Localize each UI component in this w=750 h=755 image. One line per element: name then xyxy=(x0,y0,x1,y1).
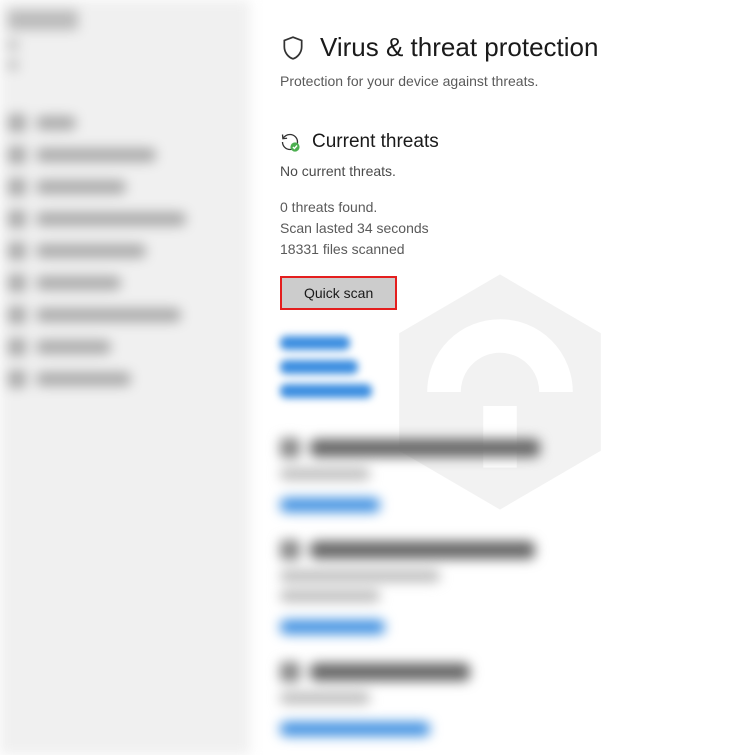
blurred-links xyxy=(280,336,720,398)
quick-scan-button[interactable]: Quick scan xyxy=(280,276,397,310)
current-threats-header: Current threats xyxy=(280,131,720,153)
sidebar-item[interactable] xyxy=(8,274,242,292)
sidebar-item[interactable] xyxy=(8,114,242,132)
page-subtitle: Protection for your device against threa… xyxy=(280,73,720,89)
blurred-section xyxy=(280,662,720,736)
threats-found-count: 0 threats found. xyxy=(280,197,720,218)
page-title: Virus & threat protection xyxy=(320,32,598,63)
sidebar-item[interactable] xyxy=(8,178,242,196)
scan-results: 0 threats found. Scan lasted 34 seconds … xyxy=(280,197,720,260)
sidebar-item[interactable] xyxy=(8,242,242,260)
sidebar-item[interactable] xyxy=(8,306,242,324)
page-header: Virus & threat protection xyxy=(280,32,720,63)
sidebar xyxy=(0,0,250,755)
sidebar-item[interactable] xyxy=(8,146,242,164)
blurred-section xyxy=(280,438,720,512)
history-check-icon xyxy=(280,132,300,152)
sidebar-item[interactable] xyxy=(8,210,242,228)
threats-status: No current threats. xyxy=(280,163,720,179)
current-threats-title: Current threats xyxy=(312,131,439,153)
sidebar-item[interactable] xyxy=(8,370,242,388)
blurred-section xyxy=(280,540,720,634)
scan-duration: Scan lasted 34 seconds xyxy=(280,218,720,239)
sidebar-item[interactable] xyxy=(8,338,242,356)
files-scanned-count: 18331 files scanned xyxy=(280,239,720,260)
main-content: Virus & threat protection Protection for… xyxy=(250,0,750,755)
shield-icon xyxy=(280,35,306,61)
